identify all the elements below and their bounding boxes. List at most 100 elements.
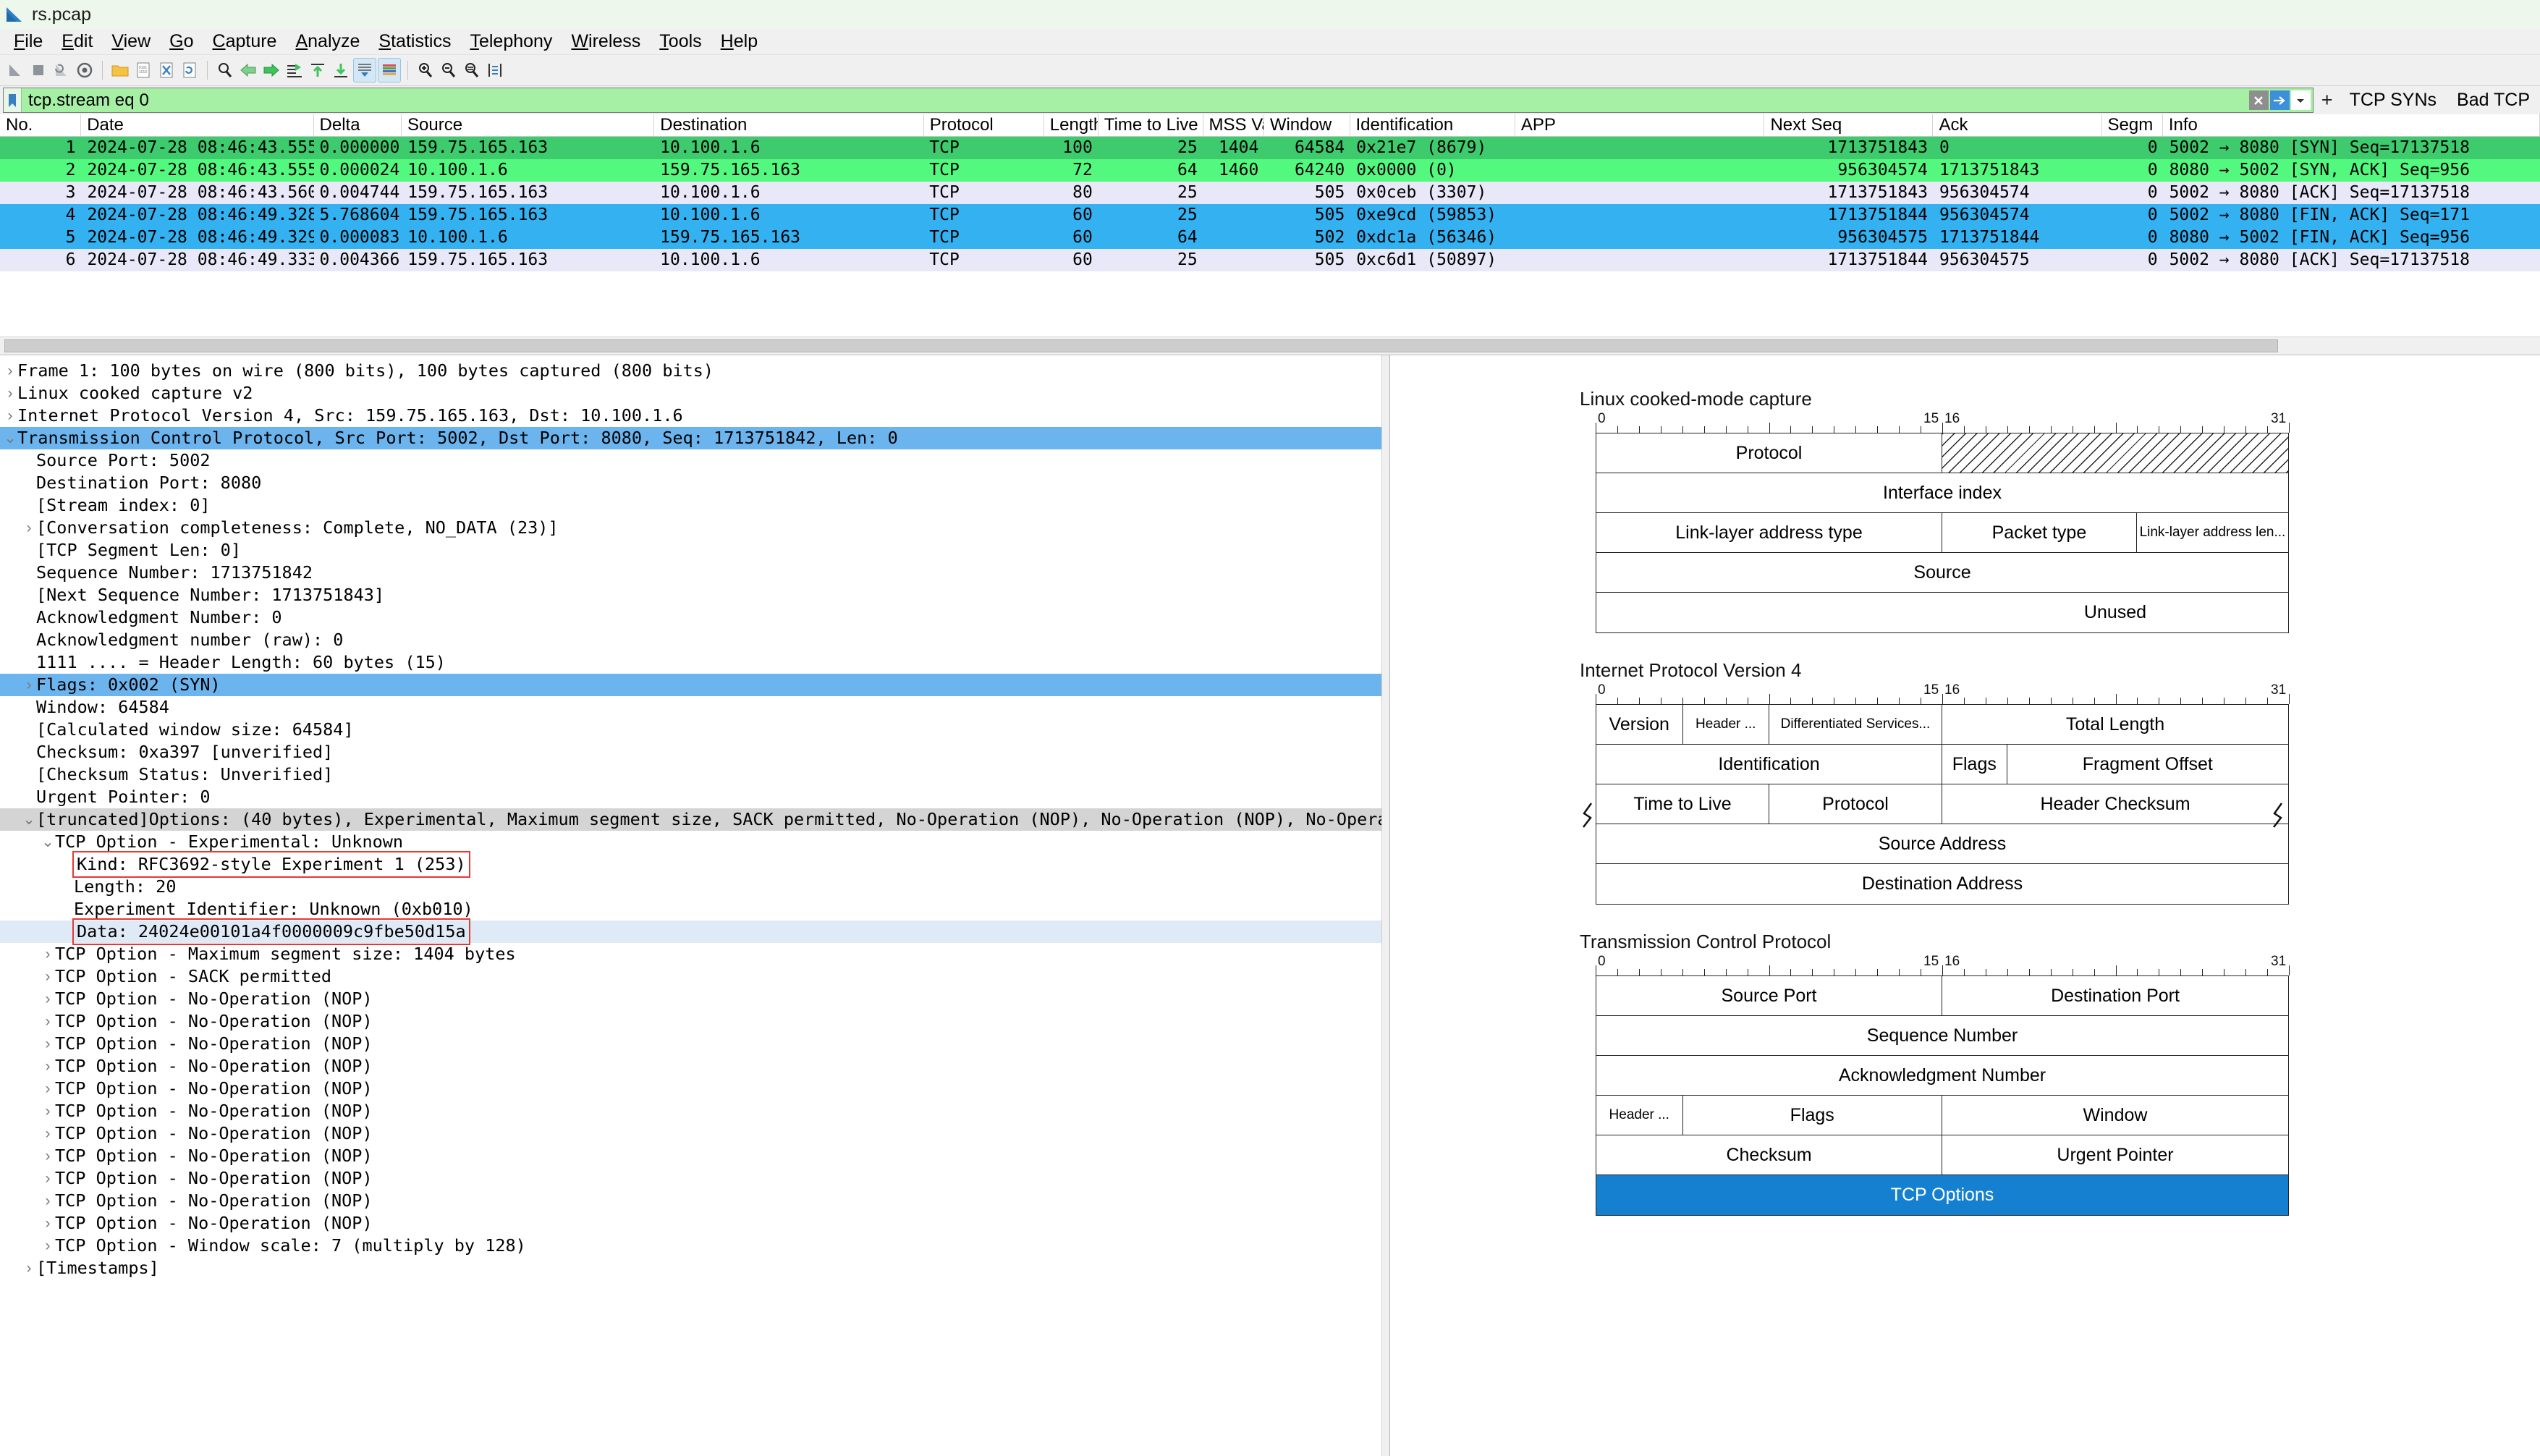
detail-tree-item[interactable]: › TCP Option - No-Operation (NOP): [0, 1033, 1389, 1055]
chevron-right-icon[interactable]: ›: [22, 517, 36, 539]
detail-tree-item[interactable]: › TCP Option - No-Operation (NOP): [0, 1100, 1389, 1122]
chevron-right-icon[interactable]: ›: [41, 943, 55, 965]
chevron-down-icon[interactable]: ⌄: [41, 831, 55, 853]
chevron-down-icon[interactable]: ⌄: [22, 808, 36, 831]
diagram-field-destination-address[interactable]: Destination Address: [1596, 864, 2288, 904]
diagram-field-link-layer-address-type[interactable]: Link-layer address type: [1596, 513, 1942, 552]
reload-file-icon[interactable]: [179, 59, 200, 82]
detail-pane-vscrollbar[interactable]: [1381, 355, 1389, 1456]
detail-tree-item[interactable]: › TCP Option - Maximum segment size: 1404…: [0, 943, 1389, 965]
column-header-destination[interactable]: Destination: [654, 114, 924, 136]
detail-tree-item[interactable]: › TCP Option - SACK permitted: [0, 965, 1389, 988]
table-row[interactable]: 1 2024-07-28 08:46:43.555616 0.000000 159.7…: [0, 137, 2540, 159]
chevron-right-icon[interactable]: ›: [22, 1257, 36, 1279]
packet-list-rows[interactable]: 1 2024-07-28 08:46:43.555616 0.000000 159.7…: [0, 137, 2540, 337]
diagram-field-flags[interactable]: Flags: [1942, 745, 2007, 784]
column-header-segm[interactable]: Segm: [2102, 114, 2163, 136]
detail-tree-item[interactable]: Acknowledgment number (raw): 0: [0, 629, 1389, 651]
menu-item-edit[interactable]: Edit: [52, 29, 102, 54]
menu-item-capture[interactable]: Capture: [203, 29, 287, 54]
chevron-right-icon[interactable]: ›: [41, 1145, 55, 1167]
chevron-right-icon[interactable]: ›: [41, 1100, 55, 1122]
filter-button-tcp-syns[interactable]: TCP SYNs: [2340, 88, 2447, 113]
menu-item-wireless[interactable]: Wireless: [562, 29, 650, 54]
add-filter-button[interactable]: +: [2315, 88, 2340, 113]
chevron-right-icon[interactable]: ›: [3, 360, 17, 382]
diagram-field-tcp-options[interactable]: TCP Options: [1583, 803, 2288, 1215]
packet-detail-tree[interactable]: › Frame 1: 100 bytes on wire (800 bits), …: [0, 355, 1389, 1279]
menu-item-statistics[interactable]: Statistics: [369, 29, 460, 54]
diagram-field-total-length[interactable]: Total Length: [1942, 705, 2288, 744]
menu-item-help[interactable]: Help: [711, 29, 767, 54]
column-header-protocol[interactable]: Protocol: [924, 114, 1044, 136]
detail-tree-item[interactable]: Window: 64584: [0, 696, 1389, 719]
colorize-icon[interactable]: [378, 58, 401, 82]
chevron-down-icon[interactable]: [2290, 90, 2311, 110]
column-header-ack[interactable]: Ack: [1933, 114, 2102, 136]
chevron-right-icon[interactable]: ›: [3, 382, 17, 405]
detail-tree-item[interactable]: [Next Sequence Number: 1713751843]: [0, 584, 1389, 606]
packet-list-hscrollbar[interactable]: [0, 337, 2540, 355]
go-first-packet-icon[interactable]: [307, 59, 329, 82]
detail-tree-item[interactable]: Kind: RFC3692-style Experiment 1 (253): [0, 851, 1389, 878]
chevron-right-icon[interactable]: ›: [41, 1212, 55, 1235]
diagram-field-source-address[interactable]: Source Address: [1596, 824, 2288, 863]
go-forward-icon[interactable]: [261, 59, 282, 82]
column-header-source[interactable]: Source: [402, 114, 655, 136]
diagram-field-header-checksum[interactable]: Header Checksum: [1942, 784, 2288, 824]
table-row[interactable]: 2 2024-07-28 08:46:43.555640 0.000024 10.10…: [0, 159, 2540, 182]
detail-tree-item[interactable]: Experiment Identifier: Unknown (0xb010): [0, 898, 1389, 920]
menu-item-file[interactable]: File: [4, 29, 52, 54]
chevron-right-icon[interactable]: ›: [22, 674, 36, 696]
detail-tree-item[interactable]: Checksum: 0xa397 [unverified]: [0, 741, 1389, 763]
column-header-identification[interactable]: Identification: [1350, 114, 1515, 136]
go-to-packet-icon[interactable]: [284, 59, 305, 82]
column-header-next-seq[interactable]: Next Seq: [1764, 114, 1934, 136]
diagram-field-urgent-pointer[interactable]: Urgent Pointer: [1942, 1135, 2288, 1174]
detail-tree-item[interactable]: › TCP Option - No-Operation (NOP): [0, 1167, 1389, 1190]
detail-tree-item[interactable]: ⌄ [truncated]Options: (40 bytes), Experim…: [0, 808, 1389, 831]
detail-tree-item[interactable]: [Stream index: 0]: [0, 494, 1389, 517]
table-row[interactable]: 5 2024-07-28 08:46:49.329071 0.000083 10.10…: [0, 227, 2540, 249]
chevron-right-icon[interactable]: ›: [41, 1055, 55, 1078]
table-row[interactable]: 4 2024-07-28 08:46:49.328988 5.768604 159.7…: [0, 204, 2540, 227]
close-file-icon[interactable]: [156, 59, 177, 82]
detail-tree-item[interactable]: › Linux cooked capture v2: [0, 382, 1389, 405]
find-packet-icon[interactable]: [214, 59, 236, 82]
column-header-mss-valu[interactable]: MSS Valu: [1203, 114, 1264, 136]
detail-tree-item[interactable]: Data: 24024e00101a4f0000009c9fbe50d15a: [0, 918, 1389, 945]
diagram-field-source-port[interactable]: Source Port: [1596, 976, 1942, 1015]
menu-item-go[interactable]: Go: [160, 29, 203, 54]
diagram-field-flags[interactable]: Flags: [1683, 1096, 1942, 1135]
detail-tree-item[interactable]: 1111 .... = Header Length: 60 bytes (15): [0, 651, 1389, 674]
detail-tree-item[interactable]: ⌄ TCP Option - Experimental: Unknown: [0, 831, 1389, 853]
chevron-right-icon[interactable]: ›: [41, 1235, 55, 1257]
display-filter-input[interactable]: tcp.stream eq 0: [22, 88, 2248, 112]
save-file-icon[interactable]: 0101 1010: [132, 59, 154, 82]
detail-tree-item[interactable]: › Internet Protocol Version 4, Src: 159.7…: [0, 405, 1389, 427]
zoom-reset-icon[interactable]: [461, 59, 483, 82]
chevron-right-icon[interactable]: ›: [41, 1190, 55, 1212]
diagram-field-packet-type[interactable]: Packet type: [1942, 513, 2137, 552]
zoom-out-icon[interactable]: [438, 59, 460, 82]
go-back-icon[interactable]: [237, 59, 259, 82]
table-row[interactable]: 3 2024-07-28 08:46:43.560384 0.004744 159.7…: [0, 182, 2540, 204]
auto-scroll-icon[interactable]: [353, 58, 376, 82]
bookmark-icon[interactable]: [4, 88, 22, 112]
detail-tree-item[interactable]: › TCP Option - No-Operation (NOP): [0, 1078, 1389, 1100]
go-last-packet-icon[interactable]: [330, 59, 352, 82]
packet-diagram-pane[interactable]: Linux cooked-mode capture 0 15 16 31 Protocol…: [1390, 355, 2540, 1456]
packet-list[interactable]: No. Date Delta Source Destination Protocol Len…: [0, 114, 2540, 355]
detail-tree-item[interactable]: Length: 20: [0, 876, 1389, 898]
diagram-field-header[interactable]: Header ...: [1596, 1096, 1683, 1135]
clear-filter-icon[interactable]: [2248, 90, 2269, 110]
diagram-field-window[interactable]: Window: [1942, 1096, 2288, 1135]
diagram-field-empty[interactable]: [1596, 593, 1942, 632]
diagram-field-source[interactable]: Source: [1596, 553, 2288, 592]
menu-item-view[interactable]: View: [102, 29, 160, 54]
column-header-info[interactable]: Info: [2163, 114, 2540, 136]
chevron-right-icon[interactable]: ›: [41, 1167, 55, 1190]
diagram-field-unused[interactable]: Unused: [1942, 593, 2288, 632]
diagram-field-interface-index[interactable]: Interface index: [1596, 473, 2288, 512]
filter-button-bad-tcp[interactable]: Bad TCP: [2447, 88, 2540, 113]
